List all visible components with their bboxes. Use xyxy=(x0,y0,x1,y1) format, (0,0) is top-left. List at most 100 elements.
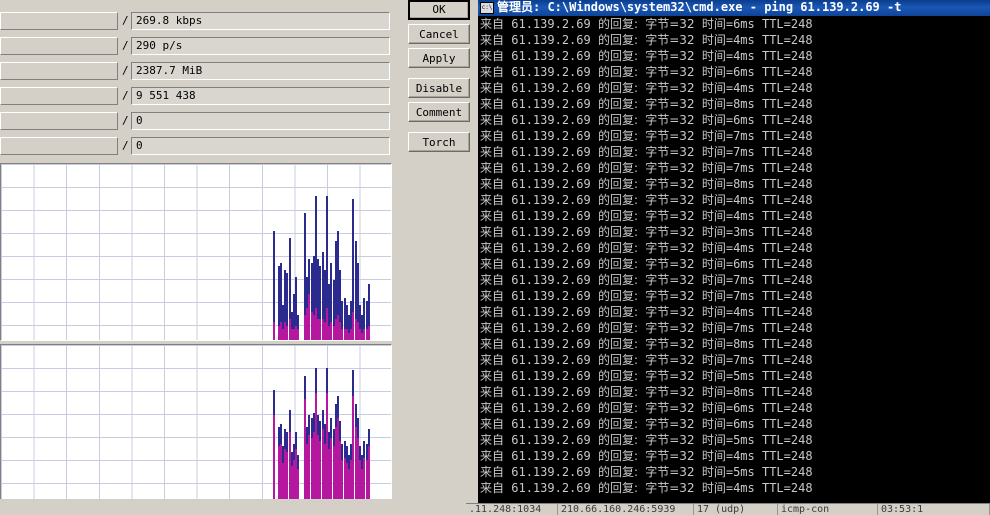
space-1 xyxy=(504,448,511,464)
ping-time: 8ms xyxy=(733,385,755,399)
space-3 xyxy=(638,480,645,496)
space-5 xyxy=(755,288,762,304)
space-1 xyxy=(504,352,511,368)
window-divider xyxy=(473,0,475,515)
space-2 xyxy=(591,464,598,480)
time-label: 时间 xyxy=(701,337,726,351)
space-5 xyxy=(755,240,762,256)
field-left-rate[interactable] xyxy=(0,12,118,30)
reply-label: 的回复: xyxy=(597,417,639,431)
cmd-output-area[interactable]: 来自 61.139.2.69 的回复: 字节=32 时间=6ms TTL=248… xyxy=(478,16,990,499)
time-equals: = xyxy=(725,65,734,79)
space-1 xyxy=(504,368,511,384)
space-3 xyxy=(638,48,645,64)
status-cell-timeout[interactable]: 03:53:1 xyxy=(878,504,990,515)
space-4 xyxy=(695,208,702,224)
cmd-titlebar[interactable]: c:\ 管理员: C:\Windows\system32\cmd.exe - p… xyxy=(478,0,990,16)
reply-label: 的回复: xyxy=(597,129,639,143)
connection-table-row[interactable]: .11.248:1034 210.66.160.246:5939 17 (udp) i… xyxy=(466,503,990,515)
bytes-label: 字节=32 xyxy=(645,49,695,63)
field-left-errors[interactable] xyxy=(0,137,118,155)
field-left-bytes[interactable] xyxy=(0,62,118,80)
bytes-label: 字节=32 xyxy=(645,417,695,431)
space-2 xyxy=(591,160,598,176)
disable-button[interactable]: Disable xyxy=(408,78,470,98)
reply-prefix: 来自 xyxy=(480,225,505,239)
time-equals: = xyxy=(725,321,734,335)
reply-prefix: 来自 xyxy=(480,17,505,31)
ping-time: 4ms xyxy=(733,449,755,463)
reply-label: 的回复: xyxy=(597,161,639,175)
space-5 xyxy=(755,128,762,144)
space-2 xyxy=(591,16,598,32)
chart-bar xyxy=(367,164,370,340)
space-2 xyxy=(591,96,598,112)
status-cell-comment[interactable]: icmp-con xyxy=(778,504,878,515)
space-5 xyxy=(755,416,762,432)
time-label: 时间 xyxy=(701,97,726,111)
ping-time: 4ms xyxy=(733,241,755,255)
field-left-drops[interactable] xyxy=(0,112,118,130)
space-3 xyxy=(638,96,645,112)
time-label: 时间 xyxy=(701,177,726,191)
ping-host: 61.139.2.69 xyxy=(511,305,591,319)
ping-host: 61.139.2.69 xyxy=(511,161,591,175)
field-value-drops[interactable]: 0 xyxy=(131,112,390,130)
space-1 xyxy=(504,480,511,496)
ping-reply-line: 来自 61.139.2.69 的回复: 字节=32 时间=5ms TTL=248 xyxy=(480,432,813,448)
field-value-packet-rate[interactable]: 290 p/s xyxy=(131,37,390,55)
space-5 xyxy=(755,112,762,128)
space-1 xyxy=(504,272,511,288)
status-cell-src-address[interactable]: .11.248:1034 xyxy=(466,504,558,515)
space-1 xyxy=(504,176,511,192)
time-equals: = xyxy=(725,417,734,431)
reply-prefix: 来自 xyxy=(480,177,505,191)
space-5 xyxy=(755,368,762,384)
apply-button[interactable]: Apply xyxy=(408,48,470,68)
chart-bar-rx xyxy=(367,326,370,340)
space-2 xyxy=(591,432,598,448)
ping-time: 6ms xyxy=(733,17,755,31)
field-value-rate[interactable]: 269.8 kbps xyxy=(131,12,390,30)
space-5 xyxy=(755,320,762,336)
field-value-errors[interactable]: 0 xyxy=(131,137,390,155)
ping-reply-line: 来自 61.139.2.69 的回复: 字节=32 时间=7ms TTL=248 xyxy=(480,128,813,144)
reply-label: 的回复: xyxy=(597,433,639,447)
reply-prefix: 来自 xyxy=(480,465,505,479)
field-left-packet-rate[interactable] xyxy=(0,37,118,55)
field-value-packets[interactable]: 9 551 438 xyxy=(131,87,390,105)
reply-prefix: 来自 xyxy=(480,129,505,143)
cancel-button[interactable]: Cancel xyxy=(408,24,470,44)
field-value-bytes[interactable]: 2387.7 MiB xyxy=(131,62,390,80)
space-4 xyxy=(695,240,702,256)
field-left-packets[interactable] xyxy=(0,87,118,105)
space-5 xyxy=(755,176,762,192)
status-cell-protocol[interactable]: 17 (udp) xyxy=(694,504,778,515)
time-label: 时间 xyxy=(701,369,726,383)
comment-button[interactable]: Comment xyxy=(408,102,470,122)
time-equals: = xyxy=(725,449,734,463)
space-5 xyxy=(755,336,762,352)
ping-host: 61.139.2.69 xyxy=(511,257,591,271)
space-2 xyxy=(591,144,598,160)
bytes-label: 字节=32 xyxy=(645,401,695,415)
reply-label: 的回复: xyxy=(597,225,639,239)
field-separator: / xyxy=(122,89,129,102)
space-3 xyxy=(638,160,645,176)
field-row-drops: /0 xyxy=(0,112,392,132)
reply-label: 的回复: xyxy=(597,273,639,287)
space-1 xyxy=(504,128,511,144)
space-1 xyxy=(504,432,511,448)
space-3 xyxy=(638,32,645,48)
ping-host: 61.139.2.69 xyxy=(511,97,591,111)
torch-button[interactable]: Torch xyxy=(408,132,470,152)
time-equals: = xyxy=(725,481,734,495)
ok-button[interactable]: OK xyxy=(408,0,470,20)
space-3 xyxy=(638,192,645,208)
bytes-label: 字节=32 xyxy=(645,337,695,351)
reply-prefix: 来自 xyxy=(480,337,505,351)
space-2 xyxy=(591,64,598,80)
status-cell-dst-address[interactable]: 210.66.160.246:5939 xyxy=(558,504,694,515)
reply-label: 的回复: xyxy=(597,145,639,159)
ping-reply-line: 来自 61.139.2.69 的回复: 字节=32 时间=8ms TTL=248 xyxy=(480,176,813,192)
